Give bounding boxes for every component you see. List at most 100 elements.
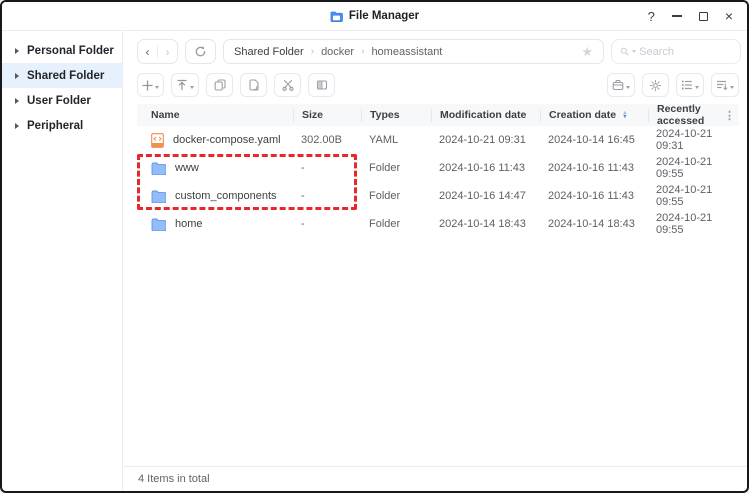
file-name: docker-compose.yaml [173,134,281,146]
column-header-types[interactable]: Types [361,108,431,122]
add-button[interactable] [137,73,164,97]
table-row-docker-compose-yaml[interactable]: docker-compose.yaml 302.00B YAML 2024-10… [137,126,739,154]
file-manager-window: File Manager ? × Personal Folder Shared … [0,0,749,493]
cut-button[interactable] [274,73,301,97]
table-row-home[interactable]: home - Folder 2024-10-14 18:43 2024-10-1… [137,210,739,238]
sort-desc-icon: ▼ [622,114,628,120]
search-icon [620,47,629,56]
maximize-button[interactable] [698,11,708,21]
file-size: - [301,190,305,202]
file-type: Folder [369,190,401,202]
search-scope-caret-icon[interactable] [632,50,637,53]
column-header-name[interactable]: Name [137,109,293,121]
file-accessed: 2024-10-21 09:55 [656,156,713,180]
column-header-recently-accessed[interactable]: Recently accessed ⋮ [648,103,739,127]
title-area: File Manager [2,10,747,22]
sidebar-item-shared-folder[interactable]: Shared Folder [2,63,122,88]
close-button[interactable]: × [725,9,733,23]
chevron-right-icon[interactable] [15,122,19,129]
sidebar-item-personal-folder[interactable]: Personal Folder [2,38,122,63]
file-type: Folder [369,162,401,174]
tools-button[interactable] [607,73,635,97]
rename-icon [316,80,327,90]
file-table: Name Size Types Modification date Creati… [137,103,739,466]
column-header-label: Recently accessed [657,103,705,127]
list-view-icon [681,80,692,90]
copy-button[interactable] [206,73,233,97]
file-modified: 2024-10-14 18:43 [439,218,526,230]
window-controls: ? × [648,9,747,23]
folder-icon [151,162,166,175]
rename-button[interactable] [308,73,335,97]
file-accessed: 2024-10-21 09:55 [656,184,713,208]
main-panel: ‹ › Shared Folder › docker › homeassista… [123,31,747,491]
sort-indicator[interactable]: ▲ ▼ [622,110,628,120]
table-row-www[interactable]: www - Folder 2024-10-16 11:43 2024-10-16… [137,154,739,182]
chevron-right-icon[interactable] [15,72,19,79]
file-created: 2024-10-14 18:43 [548,218,635,230]
view-mode-button[interactable] [676,73,704,97]
action-toolbar [123,68,747,103]
column-header-size[interactable]: Size [293,108,361,122]
column-header-modification-date[interactable]: Modification date [431,108,540,122]
title-bar: File Manager ? × [2,2,747,31]
breadcrumb-separator-icon: › [310,46,315,57]
file-size: 302.00B [301,134,342,146]
cut-scissors-icon [281,79,294,91]
file-modified: 2024-10-16 14:47 [439,190,526,202]
file-type: Folder [369,218,401,230]
search-input[interactable] [639,45,732,58]
caret-down-icon [626,86,630,89]
sidebar-item-peripheral[interactable]: Peripheral [2,113,122,138]
file-created: 2024-10-14 16:45 [548,134,635,146]
caret-down-icon [695,86,699,89]
sort-icon [716,80,728,91]
file-size: - [301,218,305,230]
column-header-creation-date[interactable]: Creation date ▲ ▼ [540,108,648,122]
paste-button[interactable] [240,73,267,97]
refresh-icon [195,46,206,57]
file-modified: 2024-10-16 11:43 [439,162,526,174]
plus-icon [142,79,153,91]
breadcrumb-segment-shared-folder[interactable]: Shared Folder [234,46,304,58]
history-buttons: ‹ › [137,39,178,64]
status-bar: 4 Items in total [123,466,747,491]
breadcrumb-segment-homeassistant[interactable]: homeassistant [371,46,442,58]
sidebar: Personal Folder Shared Folder User Folde… [2,31,123,491]
file-accessed: 2024-10-21 09:55 [656,212,713,236]
items-count-label: 4 Items in total [138,473,210,485]
back-button[interactable]: ‹ [138,45,157,59]
refresh-button[interactable] [185,39,216,64]
settings-button[interactable] [642,73,669,97]
toolbox-icon [612,79,624,91]
copy-icon [214,79,226,91]
favorite-star-icon[interactable]: ★ [581,44,593,60]
help-button[interactable]: ? [648,10,655,23]
search-box[interactable] [611,39,741,64]
file-created: 2024-10-16 11:43 [548,162,635,174]
caret-down-icon [730,86,734,89]
breadcrumb-segment-docker[interactable]: docker [321,46,354,58]
sort-button[interactable] [711,73,739,97]
sidebar-item-label: Shared Folder [27,69,105,82]
window-title: File Manager [348,10,420,22]
sidebar-item-label: Peripheral [27,119,84,132]
chevron-right-icon[interactable] [15,47,19,54]
caret-down-icon [190,86,194,89]
forward-button[interactable]: › [158,45,177,59]
upload-button[interactable] [171,73,199,97]
folder-icon [151,218,166,231]
table-row-custom-components[interactable]: custom_components - Folder 2024-10-16 14… [137,182,739,210]
paste-icon [248,79,259,91]
table-body: docker-compose.yaml 302.00B YAML 2024-10… [137,126,739,466]
chevron-right-icon[interactable] [15,97,19,104]
minimize-button[interactable] [671,15,682,17]
file-type: YAML [369,134,399,146]
column-options-icon[interactable]: ⋮ [724,109,739,122]
sidebar-item-label: User Folder [27,94,91,107]
gear-icon [649,79,662,91]
sidebar-item-user-folder[interactable]: User Folder [2,88,122,113]
breadcrumb: Shared Folder › docker › homeassistant ★ [223,39,604,64]
caret-down-icon [155,86,159,89]
navigation-bar: ‹ › Shared Folder › docker › homeassista… [123,31,747,68]
